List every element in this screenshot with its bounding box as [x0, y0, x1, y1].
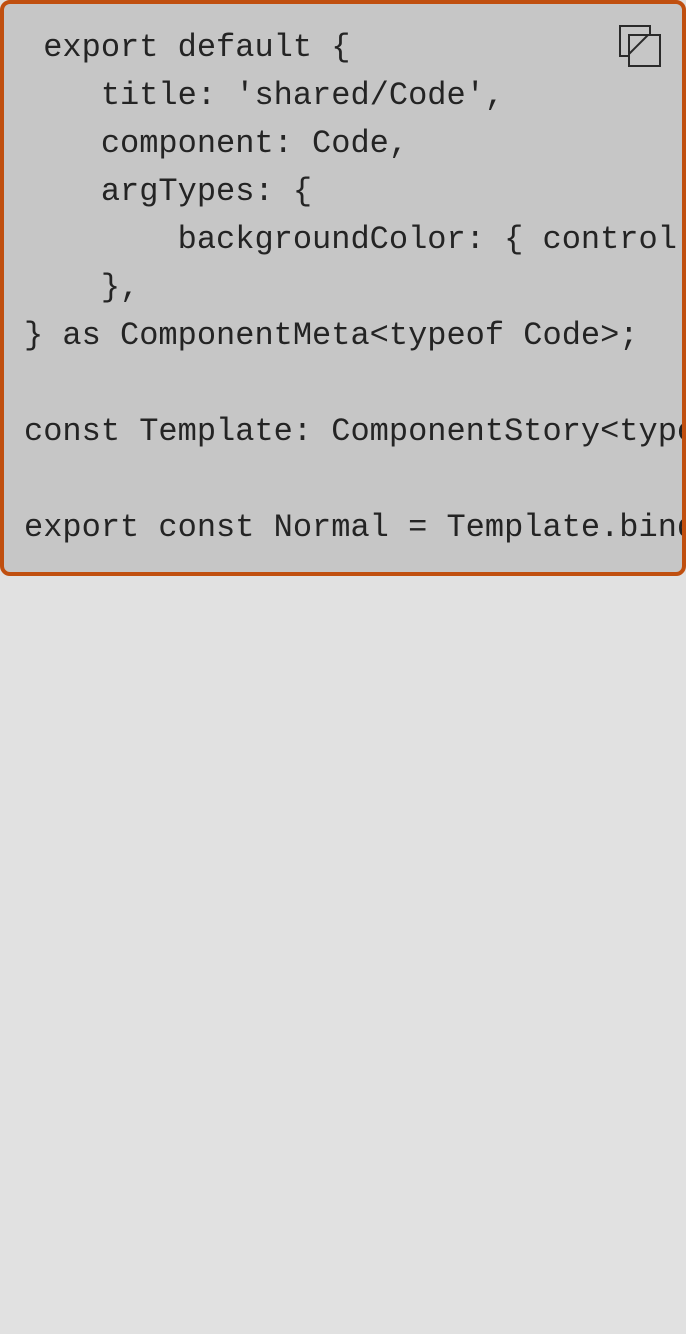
copy-icon: [619, 25, 661, 67]
code-line: },: [24, 269, 140, 306]
code-line: title: 'shared/Code',: [24, 77, 505, 114]
code-line: argTypes: {: [24, 173, 313, 210]
code-line: } as ComponentMeta<typeof Code>;: [24, 317, 639, 354]
copy-code-button[interactable]: [618, 24, 662, 68]
code-block-panel: export default { title: 'shared/Code', c…: [0, 0, 686, 576]
code-line: component: Code,: [24, 125, 409, 162]
code-line: export default {: [24, 29, 351, 66]
code-line: export const Normal = Template.bind: [24, 509, 682, 546]
code-line: const Template: ComponentStory<typeof: [24, 413, 682, 450]
code-block: export default { title: 'shared/Code', c…: [4, 4, 682, 552]
code-line: backgroundColor: { control: [24, 221, 677, 258]
